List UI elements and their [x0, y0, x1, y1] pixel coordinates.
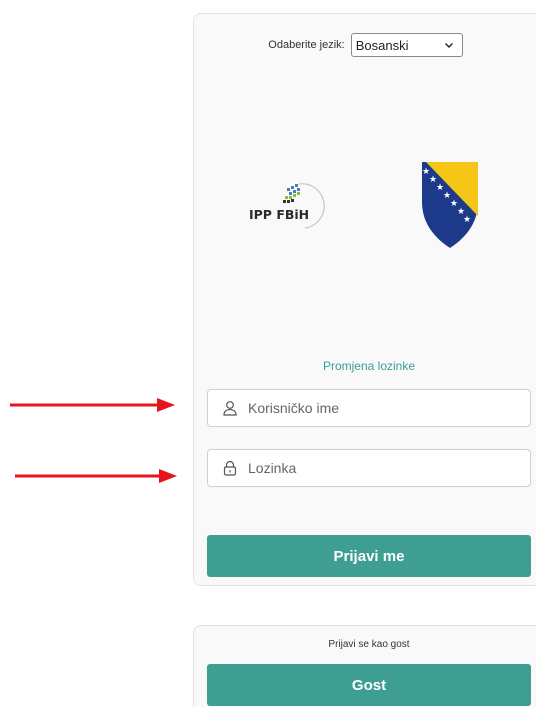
login-button[interactable]: Prijavi me — [207, 535, 531, 577]
username-input[interactable] — [248, 400, 518, 416]
lock-icon — [223, 460, 237, 476]
user-icon — [223, 401, 237, 416]
password-input[interactable] — [248, 460, 518, 476]
password-field[interactable] — [207, 449, 531, 487]
chevron-down-icon — [444, 43, 453, 48]
svg-text:★: ★ — [463, 214, 471, 224]
annotation-arrow-password — [15, 469, 177, 483]
annotation-arrow-username — [10, 398, 175, 412]
guest-button[interactable]: Gost — [207, 664, 531, 706]
guest-login-title: Prijavi se kao gost — [328, 639, 410, 650]
language-selected-value: Bosanski — [355, 37, 409, 53]
username-field[interactable] — [207, 389, 531, 427]
login-panel: Odaberite jezik: Bosanski IPP FBiH ★ ★ ★… — [193, 13, 536, 586]
guest-panel: Prijavi se kao gost Gost — [193, 625, 536, 707]
language-selector-row: Odaberite jezik: Bosanski — [194, 33, 536, 57]
change-password-link[interactable]: Promjena lozinke — [194, 359, 536, 373]
ipp-fbih-logo-text: IPP FBiH — [249, 207, 309, 222]
language-label: Odaberite jezik: — [268, 39, 345, 51]
coat-of-arms-icon: ★ ★ ★ ★ ★ ★ ★ — [422, 162, 478, 248]
language-select[interactable]: Bosanski — [350, 33, 463, 57]
ipp-fbih-logo: IPP FBiH — [249, 183, 325, 229]
